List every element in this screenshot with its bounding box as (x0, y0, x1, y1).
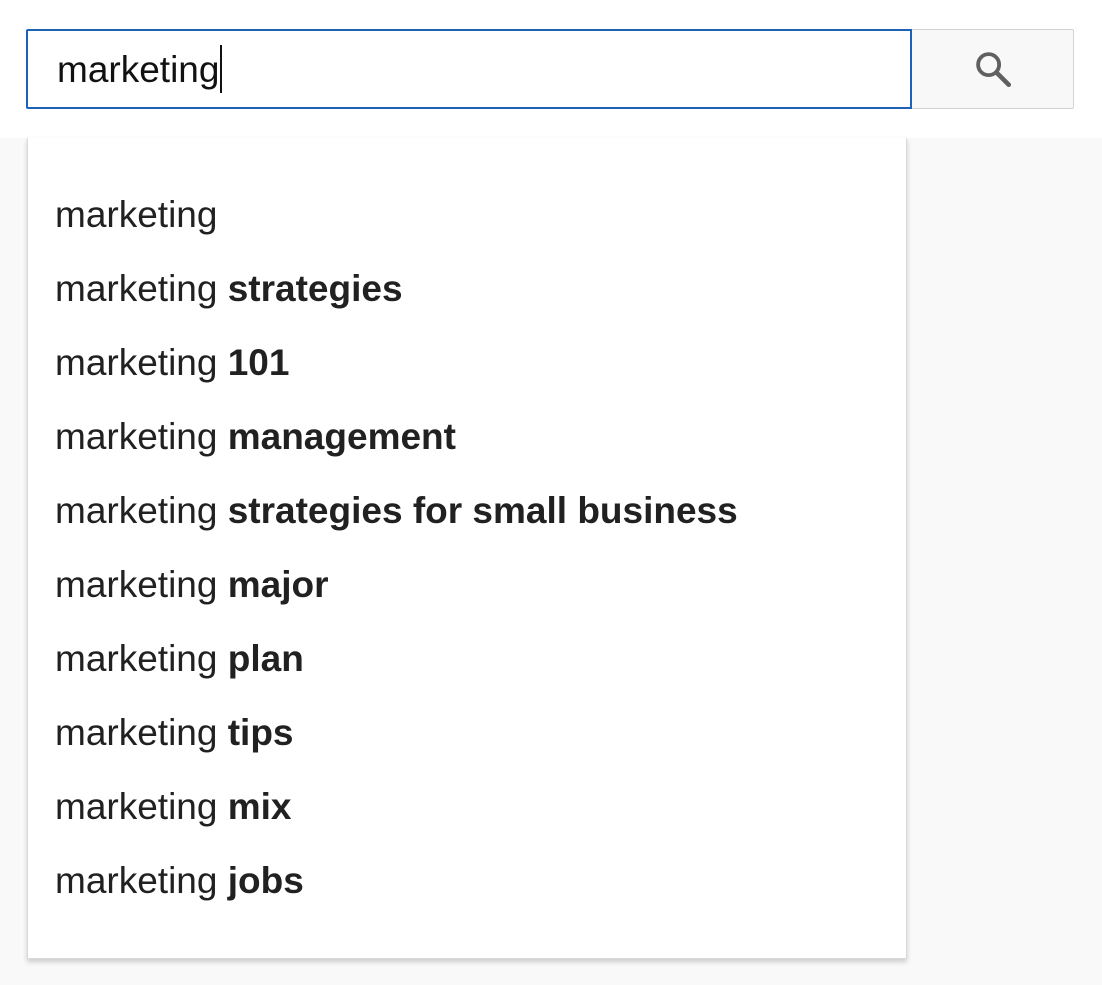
suggestion-completion: mix (227, 786, 292, 827)
suggestion-prefix: marketing (55, 860, 218, 901)
search-input[interactable]: marketing (26, 29, 912, 109)
suggestion-item[interactable]: marketing (28, 178, 906, 252)
suggestion-prefix: marketing (55, 342, 218, 383)
suggestion-completion: 101 (227, 342, 290, 383)
search-button[interactable] (912, 29, 1074, 109)
suggestion-prefix: marketing (55, 786, 218, 827)
suggestion-prefix: marketing (55, 564, 218, 605)
suggestion-prefix: marketing (55, 416, 218, 457)
suggestion-prefix: marketing (55, 712, 218, 753)
suggestion-item[interactable]: marketing major (28, 548, 906, 622)
suggestion-item[interactable]: marketing plan (28, 622, 906, 696)
search-icon (972, 48, 1014, 90)
suggestion-prefix: marketing (55, 194, 218, 235)
suggestion-completion: plan (227, 638, 304, 679)
suggestion-completion: management (227, 416, 456, 457)
suggestion-prefix: marketing (55, 638, 218, 679)
suggestions-dropdown: marketing marketing strategies marketing… (27, 138, 907, 959)
text-caret (220, 45, 223, 93)
suggestion-item[interactable]: marketing mix (28, 770, 906, 844)
suggestion-item[interactable]: marketing management (28, 400, 906, 474)
suggestion-item[interactable]: marketing strategies (28, 252, 906, 326)
suggestion-item[interactable]: marketing jobs (28, 844, 906, 918)
suggestion-prefix: marketing (55, 268, 218, 309)
suggestion-completion: tips (227, 712, 294, 753)
suggestion-completion: major (227, 564, 329, 605)
suggestion-completion: strategies for small business (227, 490, 738, 531)
search-header: marketing (0, 0, 1102, 138)
suggestion-item[interactable]: marketing 101 (28, 326, 906, 400)
search-input-value: marketing (57, 48, 220, 90)
suggestion-prefix: marketing (55, 490, 218, 531)
suggestion-item[interactable]: marketing strategies for small business (28, 474, 906, 548)
suggestions-list: marketing marketing strategies marketing… (28, 138, 906, 918)
suggestion-completion: jobs (227, 860, 304, 901)
suggestion-item[interactable]: marketing tips (28, 696, 906, 770)
suggestion-completion: strategies (227, 268, 403, 309)
